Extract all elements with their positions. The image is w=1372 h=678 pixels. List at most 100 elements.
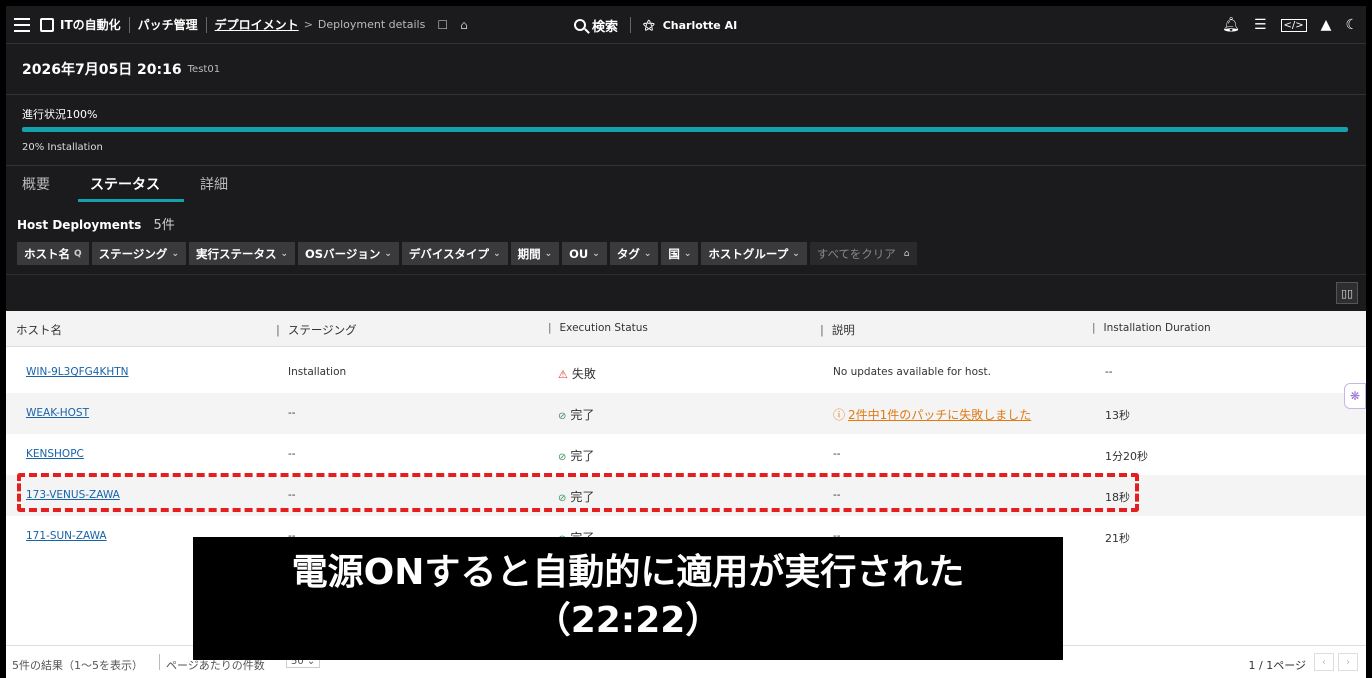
description-link[interactable]: 2件中1件のパッチに失敗しました [848, 408, 1031, 422]
filter-device-type[interactable]: デバイスタイプ ⌄ [401, 242, 508, 265]
results-count: 5件の結果（1〜5を表示） [12, 659, 143, 672]
host-link[interactable]: WIN-9L3QFG4KHTN [26, 366, 129, 378]
status-cell: ⚠ 失敗 [558, 365, 596, 382]
column-header-hostname[interactable]: ホスト名 [16, 322, 62, 338]
host-link[interactable]: KENSHOPC [26, 448, 84, 460]
filter-execution-status[interactable]: 実行ステータス ⌄ [188, 242, 296, 265]
charlotte-ai-icon: ⚝ [643, 17, 655, 32]
next-page-button[interactable]: › [1338, 653, 1358, 671]
chevron-down-icon: ⌄ [171, 248, 179, 259]
column-header-label: Execution Status [559, 322, 648, 334]
search-button[interactable]: 検索 [574, 16, 618, 35]
column-header-staging[interactable]: | ステージング [276, 322, 357, 338]
filter-label: ホストグループ [708, 246, 789, 261]
code-icon[interactable]: </> [1280, 18, 1307, 32]
app-icon [40, 17, 54, 32]
breadcrumb-deployments[interactable]: デプロイメント [215, 16, 299, 33]
charlotte-ai-button[interactable]: ⚝ Charlotte AI [643, 18, 737, 33]
warning-icon: ⚠ [558, 368, 568, 381]
separator [630, 17, 632, 33]
duration-cell: 21秒 [1105, 532, 1130, 545]
chevron-down-icon: ⌄ [384, 248, 392, 259]
home-icon[interactable]: ⌂ [460, 18, 468, 32]
tab-details[interactable]: 詳細 [200, 174, 240, 202]
filter-bar: ホスト名 Q ステージング ⌄ 実行ステータス ⌄ OSバージョン ⌄ デバイスタイプ ⌄… [17, 242, 917, 265]
column-header-execution-status[interactable]: | Execution Status [548, 322, 648, 334]
tab-bar: 概要 ステータス 詳細 [6, 166, 1366, 202]
lock-icon: ⌂ [903, 248, 910, 259]
filter-staging[interactable]: ステージング ⌄ [91, 242, 186, 265]
description-cell[interactable]: ⓘ 2件中1件のパッチに失敗しました [833, 406, 1031, 423]
tab-status[interactable]: ステータス [78, 174, 184, 202]
assistant-bubble-icon[interactable]: ❋ [1344, 383, 1366, 409]
top-navigation-bar: ITの自動化 パッチ管理 デプロイメント > Deployment detail… [6, 6, 1366, 44]
status-text: 完了 [570, 408, 595, 422]
filter-label: デバイスタイプ [408, 246, 490, 261]
app-window: ITの自動化 パッチ管理 デプロイメント > Deployment detail… [6, 6, 1366, 678]
moon-icon[interactable]: ☾ [1345, 17, 1358, 33]
filter-label: タグ [616, 246, 640, 261]
caption-line-1: 電源ONすると自動的に適用が実行された [291, 552, 965, 593]
chevron-right-icon: > [303, 18, 313, 31]
duration-cell: -- [1105, 366, 1113, 378]
column-header-label: 説明 [831, 323, 855, 337]
filter-label: 実行ステータス [195, 246, 277, 261]
prev-page-button[interactable]: ‹ [1314, 653, 1334, 671]
divider [6, 274, 1366, 275]
tab-overview[interactable]: 概要 [22, 174, 62, 202]
host-link[interactable]: WEAK-HOST [26, 407, 89, 419]
breadcrumb-separator [128, 16, 130, 33]
breadcrumb-current: Deployment details [317, 18, 426, 31]
search-icon: Q [74, 248, 82, 259]
chevron-down-icon: ⌄ [544, 248, 553, 259]
progress-sub-label: 20% Installation [22, 142, 103, 153]
inbox-icon[interactable]: ☰ [1254, 17, 1267, 33]
duration-cell: 1分20秒 [1105, 450, 1148, 463]
filter-host-group[interactable]: ホストグループ ⌄ [701, 242, 807, 265]
breadcrumb-app[interactable]: ITの自動化 [60, 16, 121, 33]
filter-os-version[interactable]: OSバージョン ⌄ [298, 242, 399, 265]
progress-section: 進行状況100% 20% Installation [6, 96, 1366, 166]
breadcrumb-patch-management[interactable]: パッチ管理 [138, 16, 198, 33]
progress-bar-fill [22, 127, 1348, 132]
table-row[interactable]: KENSHOPC -- ⊘ 完了 -- 1分20秒 [6, 434, 1366, 475]
menu-icon[interactable] [14, 17, 30, 32]
column-header-description[interactable]: | 説明 [820, 322, 855, 338]
table-row[interactable]: WIN-9L3QFG4KHTN Installation ⚠ 失敗 No upda… [6, 352, 1366, 393]
description-cell: No updates available for host. [833, 366, 991, 378]
chevron-down-icon: ⌄ [792, 248, 800, 259]
host-link[interactable]: 171-SUN-ZAWA [26, 530, 107, 542]
filter-period[interactable]: 期間 ⌄ [510, 242, 560, 265]
chevron-down-icon: ⌄ [592, 248, 600, 259]
filter-label: OSバージョン [305, 246, 381, 261]
filter-tag[interactable]: タグ ⌄ [609, 242, 659, 265]
charlotte-ai-label: Charlotte AI [662, 18, 738, 32]
progress-bar [22, 127, 1348, 132]
progress-label: 進行状況100% [22, 108, 98, 121]
table-row[interactable]: WEAK-HOST -- ⊘ 完了 ⓘ 2件中1件のパッチに失敗しました 13秒 [6, 393, 1366, 434]
filter-ou[interactable]: OU ⌄ [562, 242, 607, 265]
column-header-installation-duration[interactable]: | Installation Duration [1092, 322, 1211, 334]
host-deployments-title: Host Deployments [17, 218, 142, 232]
clear-all-filters-button[interactable]: すべてをクリア ⌂ [809, 242, 917, 265]
staging-cell: Installation [288, 366, 347, 378]
status-text: 完了 [570, 449, 595, 463]
chevron-down-icon: ⌄ [493, 248, 501, 259]
status-cell: ⊘完了 [558, 406, 594, 423]
bookmark-icon[interactable]: ☐ [437, 18, 448, 32]
filter-hostname[interactable]: ホスト名 Q [17, 242, 89, 265]
column-settings-button[interactable]: ▯▯ [1336, 282, 1358, 304]
chevron-down-icon: ⌄ [643, 248, 652, 259]
filter-country[interactable]: 国 ⌄ [661, 242, 699, 265]
user-icon[interactable]: ▲ [1321, 17, 1332, 33]
description-cell: -- [833, 448, 841, 460]
check-circle-icon: ⊘ [558, 411, 567, 422]
row-highlight-annotation [17, 473, 1139, 512]
separator [159, 654, 160, 670]
filter-label: OU [569, 246, 589, 261]
deployment-name: Test01 [187, 63, 221, 75]
table-header: ホスト名 | ステージング | Execution Status | 説明 | Inst… [6, 311, 1366, 347]
search-label: 検索 [592, 19, 619, 35]
filter-label: 期間 [517, 246, 541, 261]
bell-icon[interactable]: 🔔︎ [1222, 17, 1240, 33]
